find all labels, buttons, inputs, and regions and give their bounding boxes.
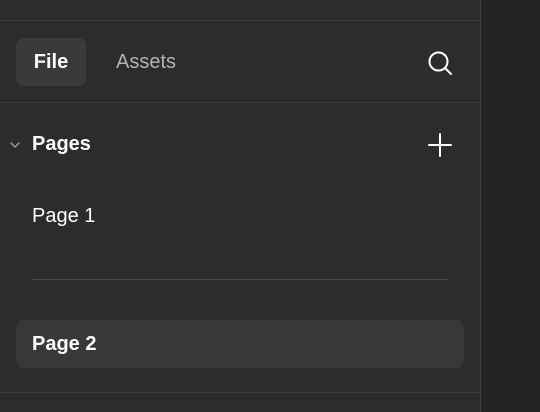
search-button[interactable] xyxy=(422,45,458,81)
bottom-divider xyxy=(0,392,480,393)
search-icon xyxy=(428,51,452,75)
pages-section-header[interactable]: Pages xyxy=(0,124,480,164)
page-list-item-selected[interactable]: Page 2 xyxy=(16,320,464,368)
add-page-button[interactable] xyxy=(422,127,458,163)
chevron-down-icon[interactable] xyxy=(8,138,22,152)
page-item-label: Page 2 xyxy=(32,332,97,355)
canvas-area[interactable] xyxy=(481,0,540,412)
page-item-label: Page 1 xyxy=(32,204,96,227)
left-panel: File Assets Pages Page 1 Page 2 xyxy=(0,0,480,412)
page-list-item[interactable]: Page 1 xyxy=(16,192,464,240)
tab-file-label: File xyxy=(33,50,69,73)
tab-file[interactable]: File xyxy=(16,38,86,86)
top-divider xyxy=(0,20,480,21)
tab-assets-label: Assets xyxy=(115,50,177,73)
app-window: File Assets Pages Page 1 Page 2 xyxy=(0,0,540,412)
tab-assets[interactable]: Assets xyxy=(96,38,196,86)
plus-icon xyxy=(428,133,452,157)
tabs-divider xyxy=(0,102,480,103)
page-list-divider xyxy=(32,279,448,280)
pages-section-title: Pages xyxy=(32,133,91,155)
